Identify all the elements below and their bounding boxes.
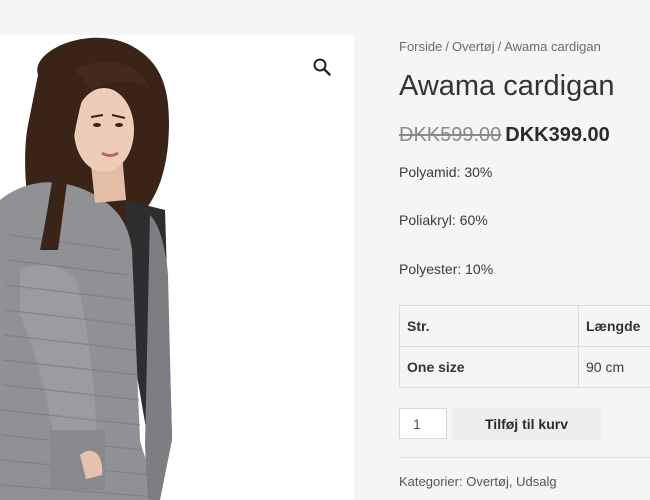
product-image[interactable]	[0, 35, 354, 500]
category-link[interactable]: Udsalg	[516, 474, 556, 489]
category-separator: ,	[508, 474, 513, 489]
table-header-cell: Længde	[578, 305, 650, 347]
divider	[399, 457, 650, 458]
zoom-button[interactable]	[308, 53, 336, 81]
sale-price: DKK399.00	[505, 124, 610, 146]
breadcrumb-current: Awama cardigan	[504, 39, 601, 54]
breadcrumb-category-link[interactable]: Overtøj	[452, 39, 495, 54]
table-header-row: Str. Længde	[399, 305, 650, 347]
breadcrumb-home-link[interactable]: Forside	[399, 39, 442, 54]
categories-label: Kategorier:	[399, 474, 463, 489]
description-line: Polyamid: 30%	[399, 164, 493, 180]
quantity-input[interactable]	[399, 408, 447, 439]
product-price: DKK599.00 DKK399.00	[399, 124, 610, 147]
product-gallery	[0, 35, 354, 500]
table-header-cell: Str.	[399, 305, 579, 347]
attributes-table: Str. Længde One size 90 cm	[399, 305, 650, 388]
magnifier-icon	[313, 58, 331, 76]
product-categories: Kategorier: Overtøj, Udsalg	[399, 474, 557, 489]
add-to-cart-button[interactable]: Tilføj til kurv	[452, 408, 601, 440]
breadcrumb-separator: /	[497, 39, 502, 54]
breadcrumb: Forside / Overtøj / Awama cardigan	[399, 39, 601, 54]
table-cell: 90 cm	[578, 346, 650, 388]
product-title: Awama cardigan	[399, 70, 615, 102]
regular-price: DKK599.00	[399, 124, 502, 146]
table-cell: One size	[399, 346, 579, 388]
description-line: Polyester: 10%	[399, 261, 494, 277]
description-line: Poliakryl: 60%	[399, 212, 488, 228]
table-row: One size 90 cm	[399, 346, 650, 388]
breadcrumb-separator: /	[445, 39, 449, 54]
category-link[interactable]: Overtøj	[466, 474, 509, 489]
